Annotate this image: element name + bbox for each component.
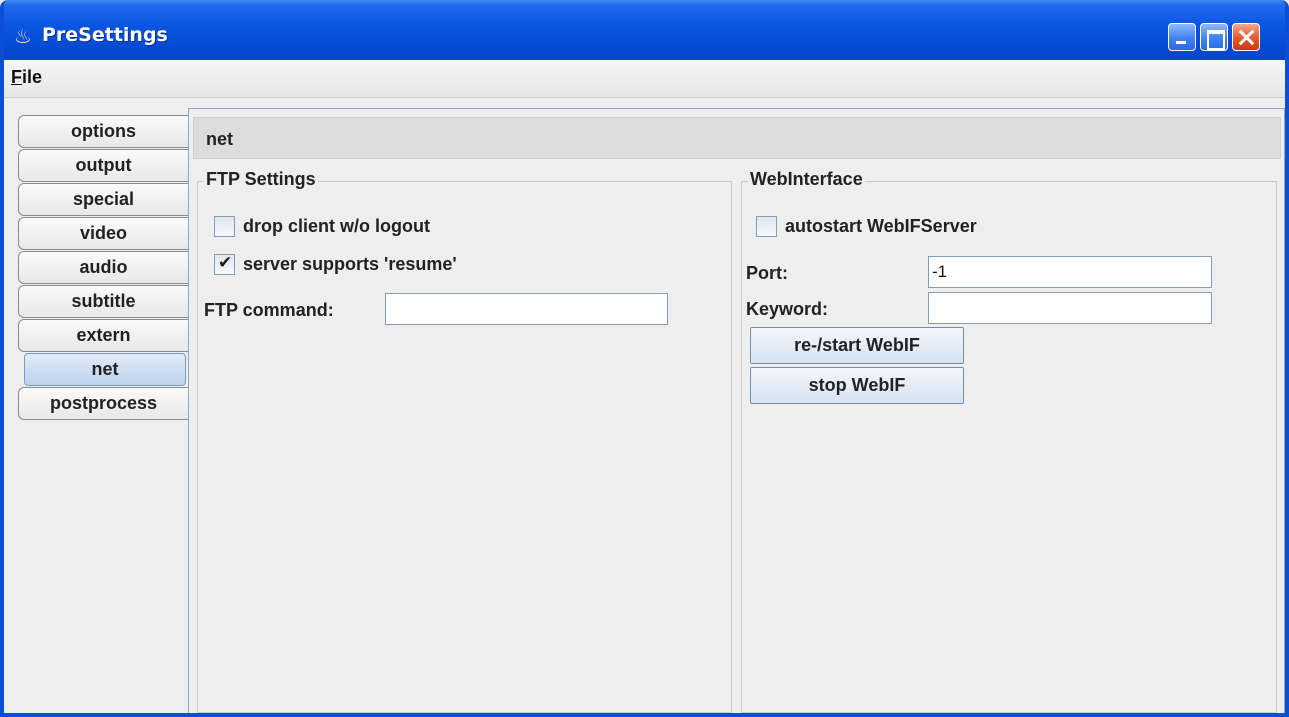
tab-extern[interactable]: extern — [18, 319, 188, 352]
tab-options[interactable]: options — [18, 115, 188, 148]
menu-bar: File — [4, 60, 1285, 98]
resume-label: server supports 'resume' — [243, 254, 457, 274]
net-panel: net FTP Settings drop client w/o logout … — [188, 108, 1285, 713]
keyword-input[interactable] — [928, 292, 1212, 324]
ftp-command-input[interactable] — [385, 293, 668, 325]
drop-client-option[interactable]: drop client w/o logout — [214, 216, 430, 237]
ftp-settings-title: FTP Settings — [204, 169, 318, 190]
panel-header: net — [193, 117, 1281, 159]
window-title: PreSettings — [42, 24, 168, 46]
tab-subtitle[interactable]: subtitle — [18, 285, 188, 318]
restart-webif-button[interactable]: re-/start WebIF — [750, 327, 964, 364]
title-bar[interactable]: ♨ PreSettings — [4, 0, 1285, 60]
drop-client-label: drop client w/o logout — [243, 216, 430, 236]
tab-net[interactable]: net — [24, 353, 186, 386]
tab-audio[interactable]: audio — [18, 251, 188, 284]
port-label: Port: — [746, 263, 788, 283]
resume-option[interactable]: server supports 'resume' — [214, 253, 457, 275]
stop-webif-button[interactable]: stop WebIF — [750, 367, 964, 404]
keyword-label: Keyword: — [746, 299, 829, 319]
port-input[interactable] — [928, 256, 1212, 288]
close-button[interactable] — [1232, 23, 1260, 51]
panel-title: net — [206, 129, 233, 149]
tab-video[interactable]: video — [18, 217, 188, 250]
tab-postprocess[interactable]: postprocess — [18, 387, 188, 420]
webinterface-group: WebInterface autostart WebIFServer Port:… — [741, 169, 1277, 713]
resume-checkbox[interactable] — [214, 253, 235, 275]
webinterface-title: WebInterface — [748, 169, 865, 190]
minimize-button[interactable] — [1168, 23, 1196, 51]
autostart-checkbox[interactable] — [756, 216, 777, 237]
java-cup-icon: ♨ — [14, 26, 32, 48]
drop-client-checkbox[interactable] — [214, 216, 235, 237]
menu-file-mnemonic: F — [11, 67, 22, 87]
presettings-window: ♨ PreSettings File options output specia… — [0, 0, 1289, 717]
tab-strip: options output special video audio subti… — [18, 115, 188, 421]
autostart-label: autostart WebIFServer — [785, 216, 977, 236]
ftp-settings-group: FTP Settings drop client w/o logout serv… — [197, 169, 732, 713]
tab-output[interactable]: output — [18, 149, 188, 182]
menu-file-label: ile — [22, 67, 43, 87]
maximize-button[interactable] — [1200, 23, 1228, 51]
tab-special[interactable]: special — [18, 183, 188, 216]
autostart-option[interactable]: autostart WebIFServer — [756, 216, 977, 237]
menu-file[interactable]: File — [11, 67, 42, 88]
ftp-command-label: FTP command: — [204, 300, 334, 320]
